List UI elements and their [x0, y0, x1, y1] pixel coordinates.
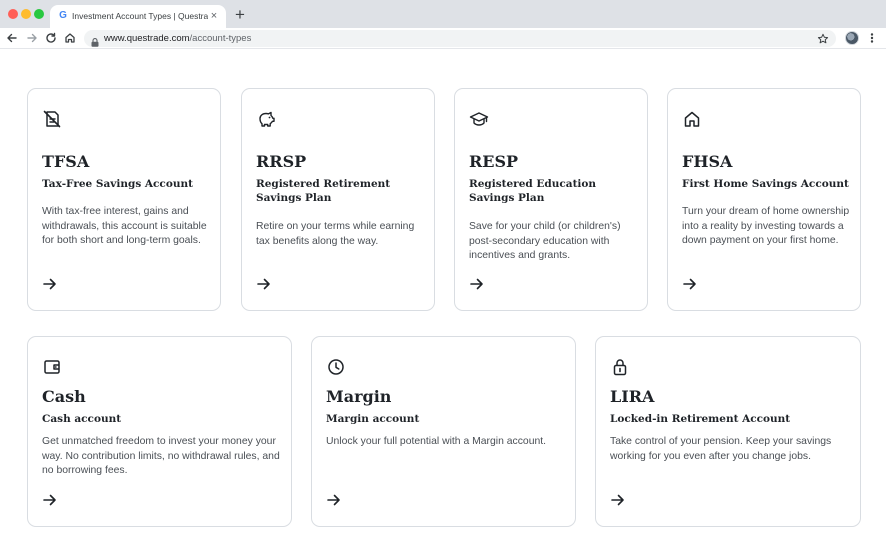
- account-card-fhsa[interactable]: FHSA First Home Savings Account Turn you…: [667, 88, 861, 311]
- profile-avatar[interactable]: [845, 31, 859, 45]
- reload-icon[interactable]: [44, 31, 58, 45]
- card-title: LIRA: [610, 387, 655, 406]
- back-arrow-icon[interactable]: [5, 31, 19, 45]
- card-subtitle: Tax-Free Savings Account: [42, 178, 193, 190]
- lock-icon[interactable]: [91, 34, 99, 47]
- card-title: RRSP: [256, 152, 307, 171]
- browser-tab-bar: G Investment Account Types | Questrade ×…: [0, 0, 886, 28]
- new-tab-button[interactable]: +: [232, 6, 248, 23]
- card-description: Take control of your pension. Keep your …: [610, 436, 832, 462]
- card-subtitle: First Home Savings Account: [682, 178, 849, 190]
- url-text[interactable]: www.questrade.com/account-types: [104, 33, 251, 45]
- window-maximize-control[interactable]: [34, 9, 44, 19]
- card-title: RESP: [469, 152, 519, 171]
- browser-tab[interactable]: G Investment Account Types | Questrade ×: [50, 5, 226, 28]
- card-description: Turn your dream of home ownership into a…: [682, 206, 850, 247]
- card-subtitle: Registered Retirement Savings Plan: [256, 178, 391, 204]
- window-minimize-control[interactable]: [21, 9, 31, 19]
- card-description: With tax-free interest, gains and withdr…: [42, 206, 207, 247]
- account-card-resp[interactable]: RESP Registered Education Savings Plan S…: [454, 88, 648, 311]
- card-description: Retire on your terms while earning tax b…: [256, 221, 415, 247]
- graduation-cap-icon: [469, 109, 489, 129]
- account-card-rrsp[interactable]: RRSP Registered Retirement Savings Plan …: [241, 88, 435, 311]
- home-button-icon[interactable]: [63, 31, 77, 45]
- padlock-icon: [610, 357, 630, 377]
- tab-title: Investment Account Types | Questrade: [72, 11, 208, 21]
- card-title: TFSA: [42, 152, 90, 171]
- kebab-menu-icon[interactable]: [868, 31, 876, 45]
- card-title: FHSA: [682, 152, 733, 171]
- card-description: Save for your child (or children's) post…: [469, 221, 621, 262]
- clock-icon: [326, 357, 346, 377]
- browser-toolbar: www.questrade.com/account-types: [0, 28, 886, 49]
- arrow-right-icon[interactable]: [42, 493, 58, 507]
- card-subtitle: Locked-in Retirement Account: [610, 413, 791, 425]
- arrow-right-icon[interactable]: [469, 277, 485, 291]
- url-domain: www.questrade.com: [104, 33, 190, 44]
- piggy-bank-icon: [256, 109, 276, 129]
- card-subtitle: Registered Education Savings Plan: [469, 178, 597, 204]
- arrow-right-icon[interactable]: [326, 493, 342, 507]
- card-subtitle: Cash account: [42, 413, 122, 425]
- wallet-icon: [42, 357, 62, 377]
- card-description: Get unmatched freedom to invest your mon…: [42, 436, 280, 477]
- card-title: Margin: [326, 387, 392, 406]
- forward-arrow-icon[interactable]: [25, 31, 39, 45]
- arrow-right-icon[interactable]: [610, 493, 626, 507]
- google-favicon-icon: G: [59, 10, 67, 21]
- card-subtitle: Margin account: [326, 413, 420, 425]
- arrow-right-icon[interactable]: [256, 277, 272, 291]
- account-card-lira[interactable]: LIRA Locked-in Retirement Account Take c…: [595, 336, 861, 527]
- tab-close-icon[interactable]: ×: [208, 9, 220, 23]
- window-close-control[interactable]: [8, 9, 18, 19]
- home-icon: [682, 109, 702, 129]
- arrow-right-icon[interactable]: [682, 277, 698, 291]
- account-card-margin[interactable]: Margin Margin account Unlock your full p…: [311, 336, 576, 527]
- card-description: Unlock your full potential with a Margin…: [326, 436, 547, 447]
- url-path: /account-types: [189, 33, 252, 44]
- no-tax-document-icon: [42, 109, 62, 129]
- card-title: Cash: [42, 387, 86, 406]
- arrow-right-icon[interactable]: [42, 277, 58, 291]
- account-card-cash[interactable]: Cash Cash account Get unmatched freedom …: [27, 336, 292, 527]
- account-card-tfsa[interactable]: TFSA Tax-Free Savings Account With tax-f…: [27, 88, 221, 311]
- bookmark-star-icon[interactable]: [817, 32, 829, 44]
- address-bar[interactable]: www.questrade.com/account-types: [84, 30, 836, 47]
